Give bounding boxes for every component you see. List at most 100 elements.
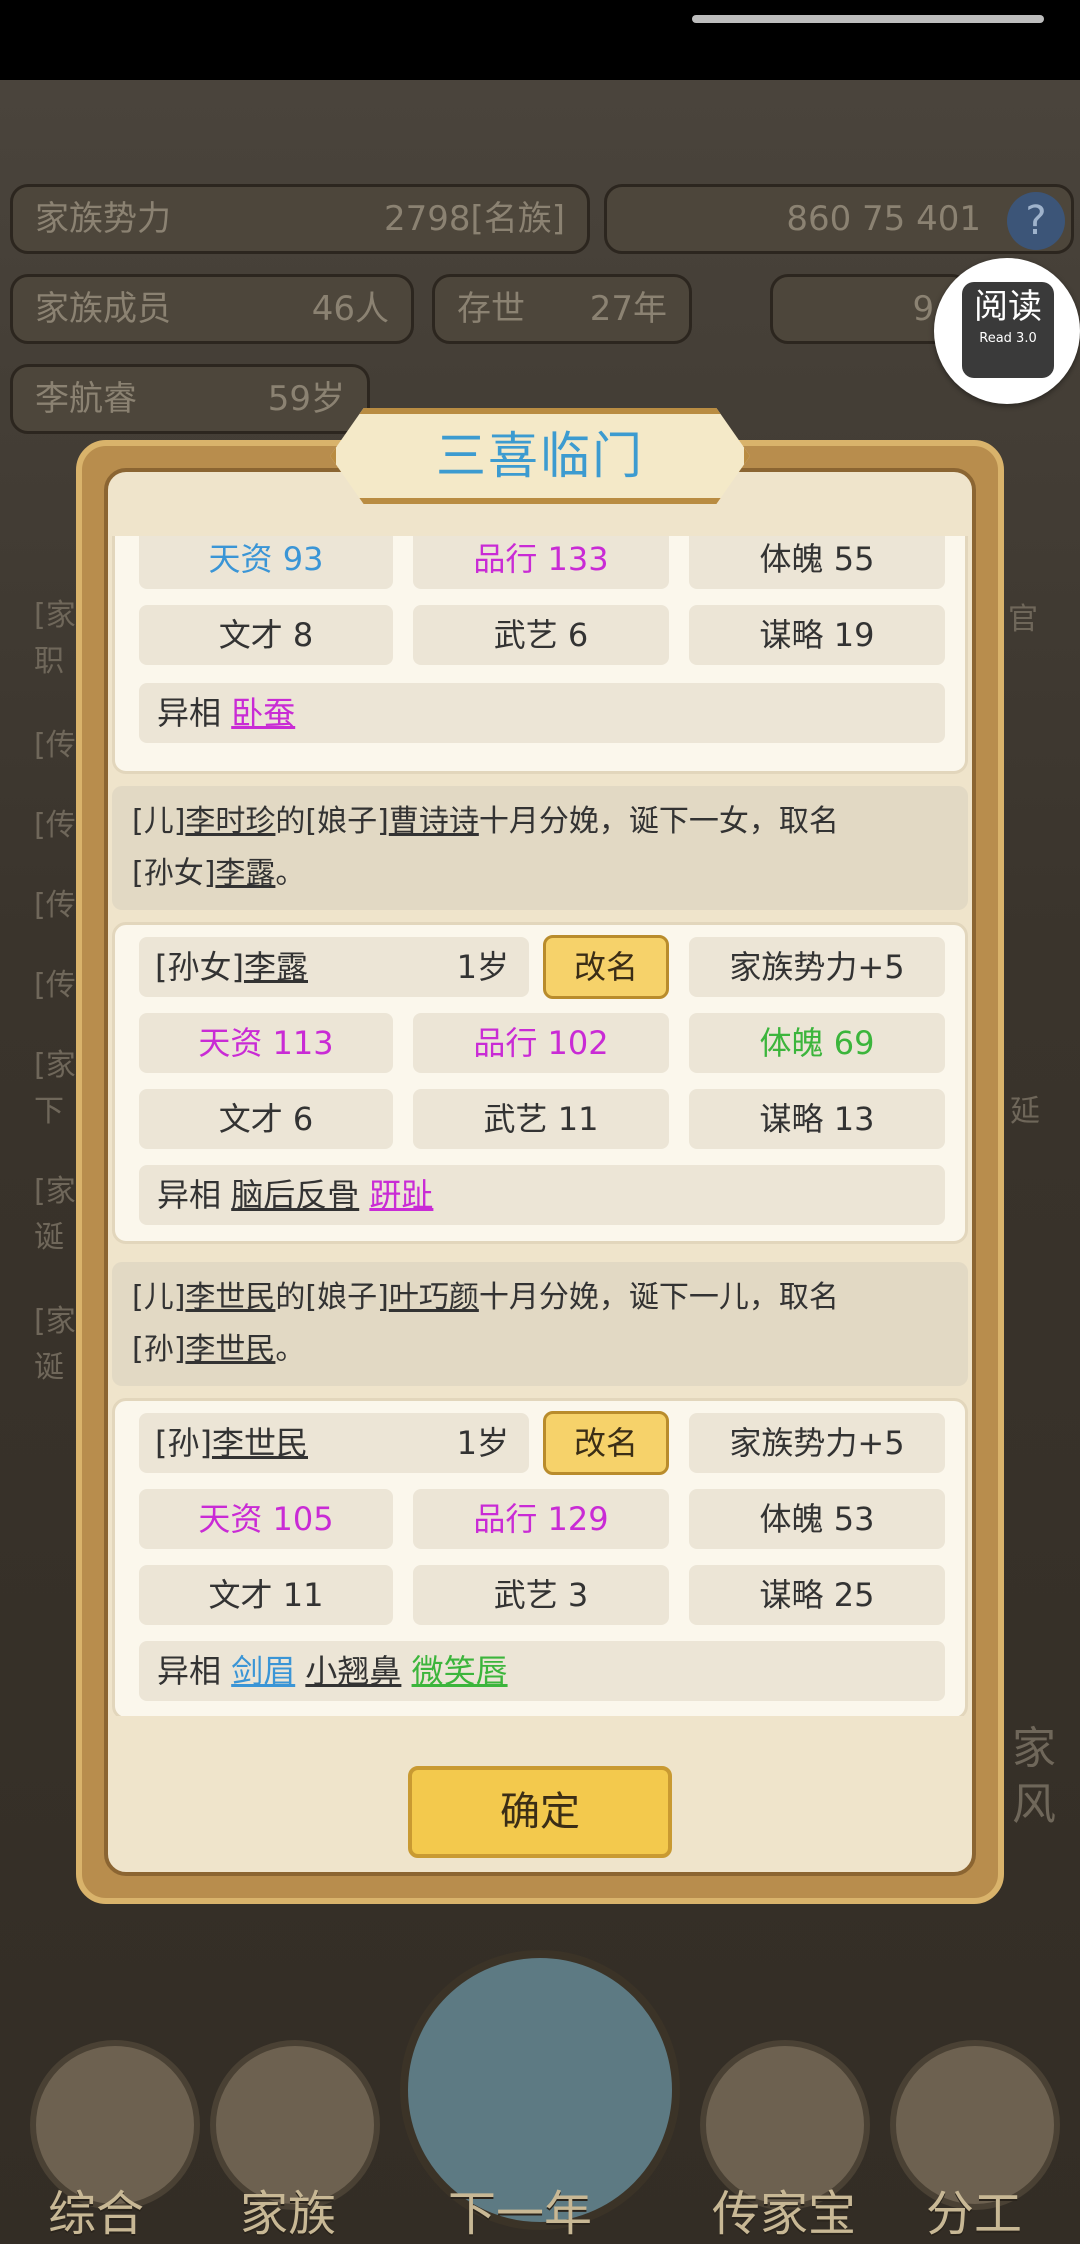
person-link[interactable]: 叶巧颜 bbox=[389, 1280, 479, 1315]
traits-row: 异相 脑后反骨 趼趾 bbox=[139, 1165, 945, 1225]
msg-text: [儿] bbox=[132, 1280, 186, 1315]
martial-stat: 武艺 6 bbox=[413, 605, 669, 665]
child-name-link[interactable]: 李世民 bbox=[212, 1424, 308, 1462]
msg-text: 十月分娩，诞下一儿，取名 bbox=[478, 1280, 839, 1315]
person-link[interactable]: 李露 bbox=[215, 856, 275, 891]
book-icon: 阅读 Read 3.0 bbox=[962, 282, 1054, 378]
dialog-title: 三喜临门 bbox=[436, 427, 644, 485]
dialog-scroll-content[interactable]: 天资 93 品行 133 体魄 55 文才 8 武艺 6 谋略 19 异相 卧蚕… bbox=[112, 536, 968, 1716]
traits-label: 异相 bbox=[157, 694, 222, 732]
bg-log-11: [家 bbox=[34, 1174, 76, 1209]
patriarch-name: 李航睿 bbox=[35, 379, 137, 419]
traits-label: 异相 bbox=[157, 1176, 222, 1214]
family-power-bonus: 家族势力+5 bbox=[689, 1413, 945, 1473]
child-card: [孙]李世民 1岁 改名 家族势力+5 天资 105 品行 129 体魄 53 … bbox=[112, 1398, 968, 1716]
resources-value: 860 75 401 bbox=[786, 199, 981, 239]
trait-link[interactable]: 剑眉 bbox=[231, 1652, 295, 1690]
msg-text: [孙女] bbox=[132, 856, 216, 891]
msg-text: 。 bbox=[275, 1332, 306, 1367]
physique-stat: 体魄 53 bbox=[689, 1489, 945, 1549]
bg-log-6: [传 bbox=[34, 888, 76, 923]
trait-link[interactable]: 趼趾 bbox=[369, 1176, 433, 1214]
read-app-badge[interactable]: 阅读 Read 3.0 bbox=[934, 258, 1080, 404]
child-name-link[interactable]: 李露 bbox=[244, 948, 308, 986]
bg-log-14: 诞 bbox=[34, 1350, 64, 1385]
family-power-row: 家族势力 2798[名族] bbox=[10, 184, 590, 254]
msg-text: [孙] bbox=[132, 1332, 186, 1367]
traits-row: 异相 剑眉 小翘鼻 微笑唇 bbox=[139, 1641, 945, 1701]
bg-log-10: 延 bbox=[1010, 1094, 1040, 1129]
child-card: [孙女]李露 1岁 改名 家族势力+5 天资 113 品行 102 体魄 69 … bbox=[112, 922, 968, 1244]
msg-text: 的[娘子] bbox=[275, 804, 389, 839]
bg-log-8: [家 bbox=[34, 1048, 76, 1083]
physique-stat: 体魄 69 bbox=[689, 1013, 945, 1073]
literary-stat: 文才 8 bbox=[139, 605, 393, 665]
bg-log-7: [传 bbox=[34, 968, 76, 1003]
person-link[interactable]: 李世民 bbox=[185, 1280, 275, 1315]
bg-log-2: 职 bbox=[34, 644, 64, 679]
family-power-bonus: 家族势力+5 bbox=[689, 937, 945, 997]
members-row: 家族成员 46人 bbox=[10, 274, 414, 344]
aptitude-stat: 天资 113 bbox=[139, 1013, 393, 1073]
relation-label: [孙] bbox=[155, 1424, 212, 1462]
help-icon[interactable]: ? bbox=[1007, 192, 1065, 250]
resources-row: 860 75 401 bbox=[604, 184, 1074, 254]
years-row: 存世 27年 bbox=[432, 274, 692, 344]
morality-stat: 品行 129 bbox=[413, 1489, 669, 1549]
family-power-label: 家族势力 bbox=[35, 199, 171, 239]
bg-log-9: 下 bbox=[34, 1094, 64, 1129]
patriarch-row: 李航睿 59岁 bbox=[10, 364, 370, 434]
bg-log-1: [家 bbox=[34, 598, 76, 633]
trait-link[interactable]: 微笑唇 bbox=[412, 1652, 508, 1690]
person-link[interactable]: 曹诗诗 bbox=[389, 804, 479, 839]
family-power-value: 2798[名族] bbox=[383, 199, 565, 239]
gesture-pill bbox=[692, 15, 1044, 23]
rename-button[interactable]: 改名 bbox=[543, 935, 669, 999]
members-value: 46人 bbox=[311, 289, 389, 329]
msg-text: 十月分娩，诞下一女，取名 bbox=[478, 804, 839, 839]
trait-link[interactable]: 脑后反骨 bbox=[231, 1176, 359, 1214]
trait-link[interactable]: 小翘鼻 bbox=[305, 1652, 401, 1690]
child-age: 1岁 bbox=[456, 948, 509, 986]
literary-stat: 文才 6 bbox=[139, 1089, 393, 1149]
martial-stat: 武艺 3 bbox=[413, 1565, 669, 1625]
child-name-cell: [孙女]李露 1岁 bbox=[139, 937, 529, 997]
msg-text: [儿] bbox=[132, 804, 186, 839]
bg-side-2: 风 bbox=[1012, 1779, 1056, 1830]
bg-log-5: [传 bbox=[34, 808, 76, 843]
child-card: 天资 93 品行 133 体魄 55 文才 8 武艺 6 谋略 19 异相 卧蚕 bbox=[112, 536, 968, 774]
read-badge-sub: Read 3.0 bbox=[979, 331, 1037, 346]
traits-row: 异相 卧蚕 bbox=[139, 683, 945, 743]
relation-label: [孙女] bbox=[155, 948, 244, 986]
nav-overview-label: 综合 bbox=[48, 2186, 145, 2242]
bg-log-4: [传 bbox=[34, 728, 76, 763]
martial-stat: 武艺 11 bbox=[413, 1089, 669, 1149]
read-badge-label: 阅读 bbox=[974, 287, 1042, 327]
strategy-stat: 谋略 25 bbox=[689, 1565, 945, 1625]
confirm-button[interactable]: 确定 bbox=[408, 1766, 672, 1858]
person-link[interactable]: 李时珍 bbox=[185, 804, 275, 839]
years-value: 27年 bbox=[589, 289, 667, 329]
aptitude-stat: 天资 93 bbox=[139, 536, 393, 589]
nav-heirloom-label: 传家宝 bbox=[712, 2186, 857, 2242]
strategy-stat: 谋略 13 bbox=[689, 1089, 945, 1149]
nav-family-label: 家族 bbox=[240, 2186, 337, 2242]
msg-text: 。 bbox=[275, 856, 306, 891]
person-link[interactable]: 李世民 bbox=[185, 1332, 275, 1367]
morality-stat: 品行 133 bbox=[413, 536, 669, 589]
bg-log-13: [家 bbox=[34, 1304, 76, 1339]
bottom-nav: 综合 家族 下一年 传家宝 分工 bbox=[0, 1950, 1080, 2244]
birth-message: [儿]李时珍的[娘子]曹诗诗十月分娩，诞下一女，取名 [孙女]李露。 bbox=[112, 786, 968, 910]
bg-log-3: 官 bbox=[1008, 602, 1038, 637]
bg-side-1: 家 bbox=[1012, 1723, 1056, 1774]
aptitude-stat: 天资 105 bbox=[139, 1489, 393, 1549]
msg-text: 的[娘子] bbox=[275, 1280, 389, 1315]
trait-link[interactable]: 卧蚕 bbox=[231, 694, 295, 732]
morality-stat: 品行 102 bbox=[413, 1013, 669, 1073]
years-label: 存世 bbox=[457, 289, 525, 329]
rename-button[interactable]: 改名 bbox=[543, 1411, 669, 1475]
traits-label: 异相 bbox=[157, 1652, 222, 1690]
strategy-stat: 谋略 19 bbox=[689, 605, 945, 665]
nav-next-year-label: 下一年 bbox=[448, 2186, 593, 2242]
birth-message: [儿]李世民的[娘子]叶巧颜十月分娩，诞下一儿，取名 [孙]李世民。 bbox=[112, 1262, 968, 1386]
